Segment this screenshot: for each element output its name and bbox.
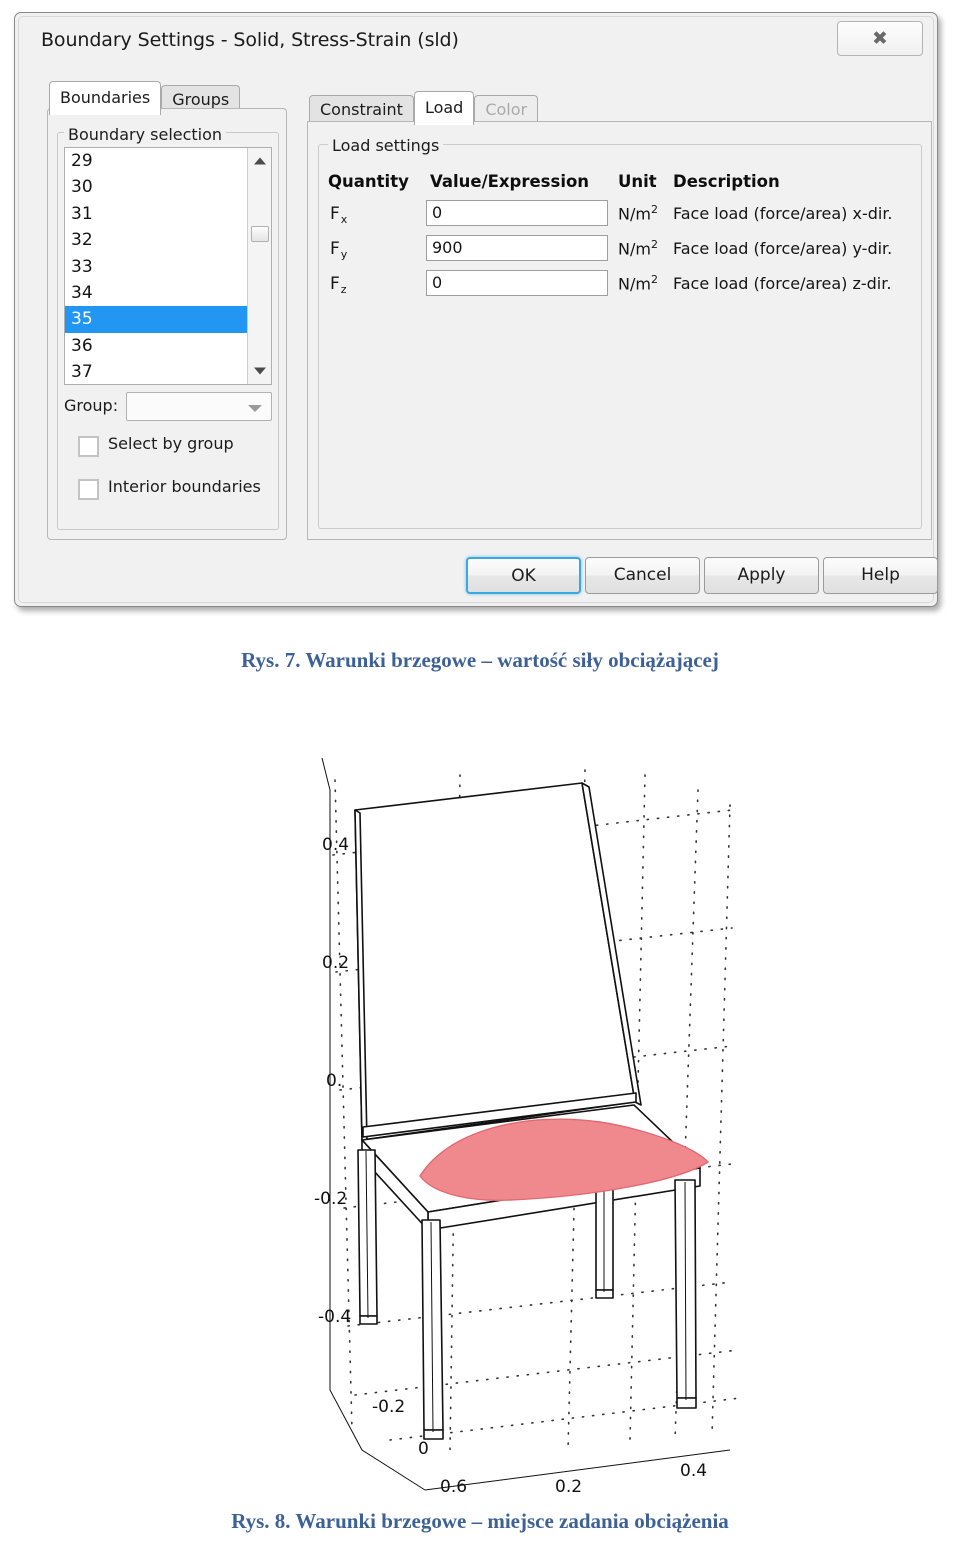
- figure-8-plot: 0.4 0.2 0. -0.2 -0.4 -0.2 0 0.6 0.2 0.4: [300, 750, 750, 1510]
- triangle-down-icon: [253, 367, 266, 375]
- ytick--0.2: -0.2: [314, 1189, 347, 1209]
- xtick-0.2: 0.2: [555, 1477, 582, 1497]
- list-item[interactable]: 32: [65, 227, 247, 253]
- interior-boundaries-label: Interior boundaries: [108, 477, 261, 496]
- tab-boundaries[interactable]: Boundaries: [49, 81, 162, 115]
- list-item[interactable]: 37: [65, 359, 247, 384]
- list-item[interactable]: 34: [65, 280, 247, 306]
- ok-button[interactable]: OK: [466, 557, 581, 594]
- boundary-selection-legend: Boundary selection: [64, 125, 227, 144]
- list-item[interactable]: 31: [65, 201, 247, 227]
- quantity-fy: Fy: [330, 239, 348, 261]
- boundary-list-items: 29 30 31 32 33 34 35 36 37: [65, 148, 247, 384]
- header-description: Description: [673, 172, 780, 191]
- fz-description: Face load (force/area) z-dir.: [673, 274, 892, 293]
- ytick-0.2: 0.2: [322, 953, 349, 973]
- interior-boundaries-checkbox[interactable]: [78, 479, 99, 500]
- list-item[interactable]: 30: [65, 174, 247, 200]
- chair-wireframe: [354, 782, 701, 1440]
- help-button[interactable]: Help: [823, 557, 938, 594]
- scroll-up-button[interactable]: [248, 150, 271, 172]
- select-by-group-checkbox[interactable]: [78, 436, 99, 457]
- ytick--0.4: -0.4: [318, 1307, 351, 1327]
- right-tab-row: Constraint Load Color: [309, 91, 539, 125]
- group-select[interactable]: [126, 392, 272, 421]
- header-value: Value/Expression: [430, 172, 590, 191]
- ytick-0: 0.: [326, 1071, 342, 1091]
- boundaries-panel: Boundary selection 29 30 31 32 33 34 35 …: [47, 108, 287, 540]
- quantity-fx: Fx: [330, 204, 348, 226]
- table-row: Fx 0 N/m2 Face load (force/area) x-dir.: [328, 200, 908, 235]
- chevron-down-icon: [248, 405, 262, 412]
- select-by-group-label: Select by group: [108, 434, 234, 453]
- fx-unit: N/m2: [618, 203, 658, 224]
- list-item[interactable]: 36: [65, 333, 247, 359]
- fy-value-input[interactable]: 900: [426, 235, 608, 261]
- scroll-down-button[interactable]: [248, 360, 271, 382]
- table-header-row: Quantity Value/Expression Unit Descripti…: [328, 172, 908, 200]
- xtick-0.4: 0.4: [680, 1461, 707, 1481]
- quantity-fz: Fz: [330, 274, 347, 296]
- group-label: Group:: [64, 396, 119, 415]
- cancel-button[interactable]: Cancel: [585, 557, 700, 594]
- figure-8-caption: Rys. 8. Warunki brzegowe – miejsce zadan…: [231, 1509, 729, 1533]
- close-x-icon: ✖: [872, 27, 888, 49]
- boundary-list[interactable]: 29 30 31 32 33 34 35 36 37: [64, 147, 272, 385]
- dialog-titlebar: Boundary Settings - Solid, Stress-Strain…: [19, 17, 933, 61]
- ztick-0: 0: [418, 1439, 429, 1459]
- ztick-0.6: 0.6: [440, 1477, 467, 1497]
- list-item[interactable]: 29: [65, 148, 247, 174]
- ztick--0.2: -0.2: [372, 1397, 405, 1417]
- left-tab-row: Boundaries Groups: [49, 81, 241, 115]
- list-item-selected[interactable]: 35: [65, 306, 247, 333]
- fz-value-input[interactable]: 0: [426, 270, 608, 296]
- dialog-title: Boundary Settings - Solid, Stress-Strain…: [41, 29, 459, 51]
- scrollbar-thumb[interactable]: [251, 226, 269, 242]
- header-quantity: Quantity: [328, 172, 409, 191]
- apply-button[interactable]: Apply: [704, 557, 819, 594]
- load-settings-table: Quantity Value/Expression Unit Descripti…: [328, 172, 908, 305]
- figure-7-caption: Rys. 7. Warunki brzegowe – wartość siły …: [241, 648, 719, 672]
- table-row: Fy 900 N/m2 Face load (force/area) y-dir…: [328, 235, 908, 270]
- load-panel: Load settings Quantity Value/Expression …: [307, 121, 932, 540]
- fz-unit: N/m2: [618, 273, 658, 294]
- dialog-button-row: OK Cancel Apply Help: [19, 557, 938, 599]
- tab-color[interactable]: Color: [474, 95, 539, 124]
- boundary-list-scrollbar[interactable]: [247, 148, 271, 384]
- chair-3d-svg: 0.4 0.2 0. -0.2 -0.4 -0.2 0 0.6 0.2 0.4: [314, 757, 741, 1497]
- boundary-settings-dialog: Boundary Settings - Solid, Stress-Strain…: [14, 12, 938, 607]
- fx-description: Face load (force/area) x-dir.: [673, 204, 893, 223]
- table-row: Fz 0 N/m2 Face load (force/area) z-dir.: [328, 270, 908, 305]
- fx-value-input[interactable]: 0: [426, 200, 608, 226]
- fy-unit: N/m2: [618, 238, 658, 259]
- load-settings-legend: Load settings: [328, 136, 444, 155]
- fy-description: Face load (force/area) y-dir.: [673, 239, 893, 258]
- dialog-inner-frame: Boundary Settings - Solid, Stress-Strain…: [18, 16, 938, 603]
- group-row: Group:: [64, 392, 272, 422]
- list-item[interactable]: 33: [65, 254, 247, 280]
- triangle-up-icon: [253, 157, 266, 165]
- tab-load[interactable]: Load: [413, 91, 475, 125]
- ytick-0.4: 0.4: [322, 835, 349, 855]
- close-button[interactable]: ✖: [837, 21, 923, 56]
- header-unit: Unit: [618, 172, 657, 191]
- tab-constraint[interactable]: Constraint: [309, 95, 414, 124]
